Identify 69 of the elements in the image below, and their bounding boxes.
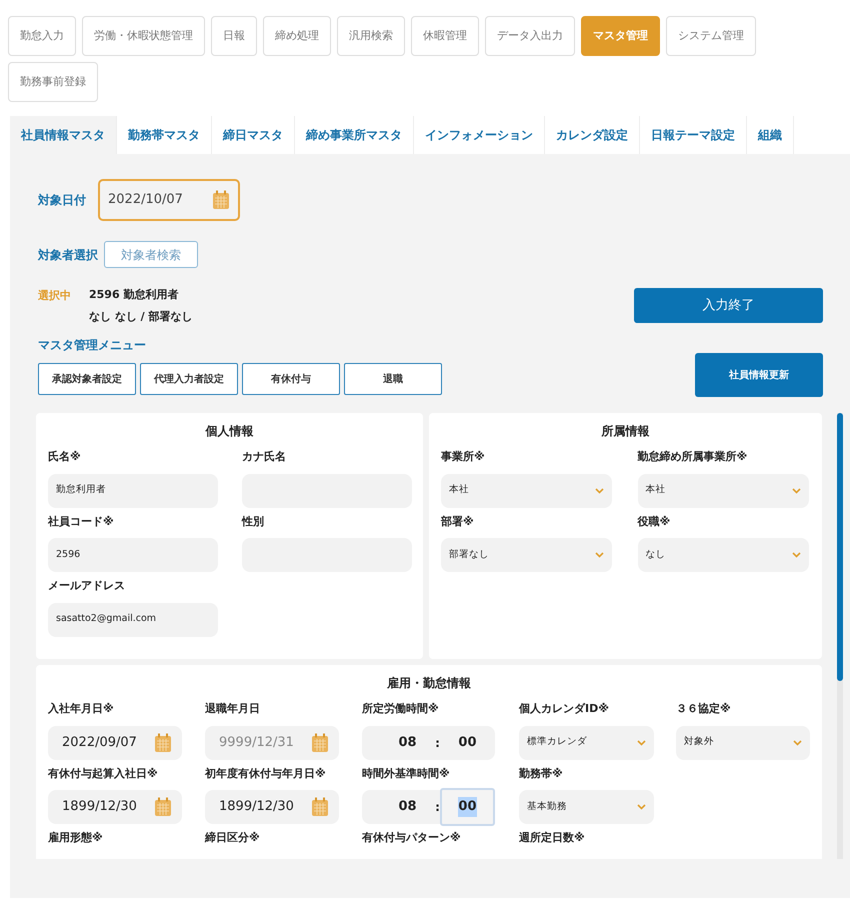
date-field[interactable]: 2022/09/07 (48, 726, 182, 760)
menu-button[interactable]: 日報 (211, 16, 257, 56)
time-separator: : (435, 734, 440, 752)
minute-field[interactable]: 00 (440, 724, 495, 762)
field-label: 勤務帯※ (519, 766, 564, 782)
section-title: 所属情報 (600, 423, 650, 440)
menu-button[interactable]: 汎用検索 (337, 16, 405, 56)
date-value: 2022/10/07 (108, 191, 183, 210)
field-label: 入社年月日※ (48, 701, 115, 717)
minute-field[interactable]: 00 (440, 788, 495, 826)
select-field[interactable]: なし (638, 538, 808, 572)
menu-button[interactable]: システム管理 (666, 16, 756, 56)
field-label: 役職※ (638, 514, 672, 530)
date-field: 9999/12/31 (205, 726, 339, 760)
menu-button[interactable]: 労働・休暇状態管理 (82, 16, 205, 56)
field-label: カナ氏名 (242, 449, 287, 465)
field-label: 週所定日数※ (519, 830, 586, 846)
menu-button[interactable]: 代理入力者設定 (140, 363, 238, 395)
date-field[interactable]: 1899/12/30 (205, 790, 339, 824)
date-field[interactable]: 2022/10/07 (98, 179, 240, 221)
field-label: 部署※ (441, 514, 475, 530)
field-label: 対象者選択 (38, 246, 98, 264)
section-title: 個人情報 (204, 423, 254, 440)
menu-button[interactable]: 勤怠入力 (8, 16, 76, 56)
field-label: 締日区分※ (205, 830, 261, 846)
field-label: メールアドレス (48, 578, 126, 594)
field-label: 所定労働時間※ (362, 701, 440, 717)
selected-affiliation: なし なし / 部署なし (89, 309, 193, 325)
field-label: 初年度有休付与年月日※ (205, 766, 327, 782)
date-field[interactable]: 1899/12/30 (48, 790, 182, 824)
menu-button[interactable]: 承認対象者設定 (38, 363, 136, 395)
menu-button[interactable]: 締め処理 (263, 16, 331, 56)
update-button[interactable]: 社員情報更新 (695, 353, 823, 397)
field-label: 退職年月日 (205, 701, 261, 717)
text-field[interactable]: sasatto2@gmail.com (48, 602, 218, 636)
field-label: 社員コード※ (48, 514, 115, 530)
select-field[interactable]: 対象外 (676, 726, 810, 760)
field-label: 時間外基準時間※ (362, 766, 451, 782)
menu-button[interactable]: 休暇管理 (411, 16, 479, 56)
tab[interactable]: 社員情報マスタ (10, 116, 117, 154)
hour-field[interactable]: 08 (380, 788, 436, 826)
field-label: 有休付与パターン※ (362, 830, 462, 846)
field-label: 個人カレンダID※ (519, 701, 610, 717)
finish-button[interactable]: 入力終了 (634, 288, 823, 323)
select-field[interactable]: 標準カレンダ (519, 726, 654, 760)
time-separator: : (435, 799, 440, 816)
field-label: 性別 (242, 514, 265, 530)
menu-button[interactable]: 勤務事前登録 (8, 62, 98, 102)
text-field[interactable]: 勤怠利用者 (48, 474, 218, 508)
selected-employee: 2596 勤怠利用者 (89, 287, 180, 303)
text-field[interactable]: 2596 (48, 538, 218, 572)
select-field[interactable]: 基本勤務 (519, 790, 654, 824)
section-title: 雇用・勤怠情報 (386, 675, 472, 692)
field-label: 対象日付 (38, 192, 86, 209)
menu-button[interactable]: データ入出力 (485, 16, 575, 56)
menu-title: マスタ管理メニュー (38, 337, 147, 354)
field-label: 雇用形態※ (48, 830, 104, 846)
selected-label: 選択中 (38, 288, 71, 304)
menu-button[interactable]: 退職 (344, 363, 442, 395)
field-label: 事業所※ (441, 449, 486, 465)
field-label: 氏名※ (48, 449, 82, 465)
field-label: ３６協定※ (676, 701, 732, 717)
select-field[interactable]: 本社 (638, 474, 808, 508)
field-label: 有休付与起算入社日※ (48, 766, 159, 782)
hour-field[interactable]: 08 (380, 724, 436, 762)
select-field[interactable]: 本社 (441, 474, 612, 508)
menu-button[interactable]: 有休付与 (242, 363, 340, 395)
select-field[interactable]: 部署なし (441, 538, 612, 572)
field-label: 勤怠締め所属事業所※ (638, 449, 748, 465)
